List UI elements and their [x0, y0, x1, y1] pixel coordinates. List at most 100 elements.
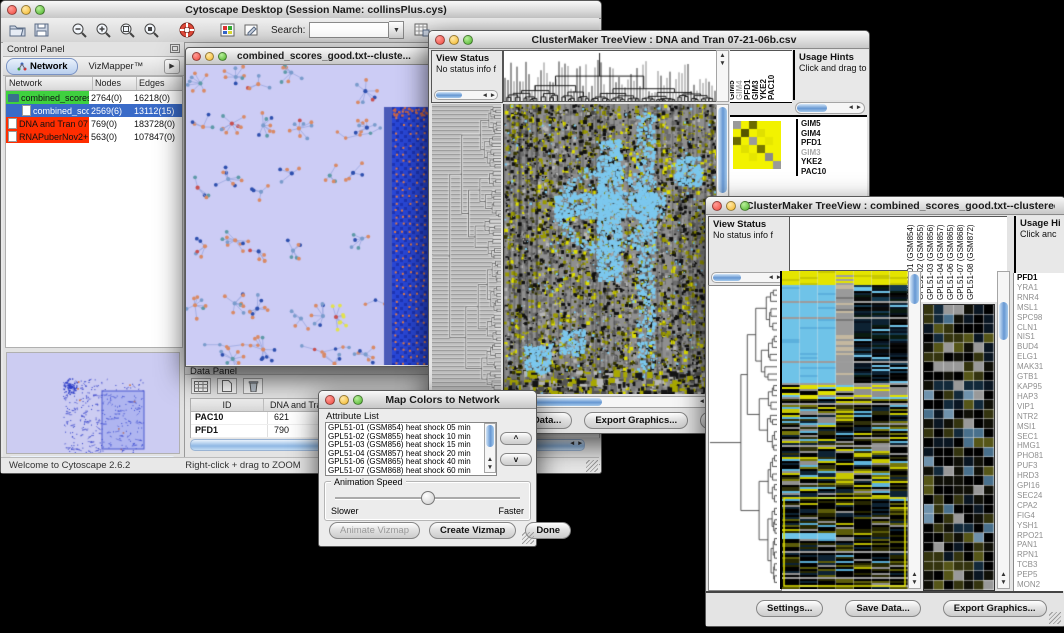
minimize-button[interactable]	[449, 35, 459, 45]
table-icon[interactable]	[191, 378, 211, 394]
close-button[interactable]	[712, 201, 722, 211]
zoom-button[interactable]	[218, 52, 227, 61]
col-header-nodes[interactable]: Nodes	[93, 77, 137, 90]
minimize-button[interactable]	[205, 52, 214, 61]
scroll-down-arrow[interactable]: ▼	[998, 579, 1009, 586]
scroll-up-arrow[interactable]: ▲	[485, 456, 495, 463]
scroll-right-arrow[interactable]: ►	[490, 92, 496, 99]
tv1-right-hscrollbar[interactable]: ◄ ►	[795, 102, 865, 114]
speed-slider-thumb[interactable]	[421, 491, 435, 505]
tv2-vscrollbar[interactable]: ▲ ▼	[908, 271, 921, 589]
tv1-column-label: PAC10	[768, 75, 776, 100]
new-attribute-icon[interactable]	[217, 378, 237, 394]
save-icon[interactable]	[29, 19, 53, 41]
tab-overflow-button[interactable]: ▶	[164, 59, 180, 74]
tv2-save-data-button[interactable]: Save Data...	[845, 600, 920, 617]
tv2-row-dendrogram[interactable]	[709, 286, 777, 588]
tv2-heatmap[interactable]	[780, 271, 908, 589]
scroll-up-arrow[interactable]: ▲	[998, 571, 1009, 578]
vizmapper-icon[interactable]	[215, 19, 239, 41]
dialog-resize-grip[interactable]	[522, 532, 534, 544]
tab-network[interactable]: Network	[6, 58, 78, 75]
zoom-button[interactable]	[35, 5, 45, 15]
tv1-row-dendrogram[interactable]	[432, 104, 501, 394]
gene-label: MSL1	[1017, 303, 1064, 313]
hscroll-right-arrow[interactable]: ►	[577, 440, 583, 447]
scroll-up-arrow[interactable]: ▲	[717, 52, 728, 59]
attribute-list-item[interactable]: GPL51-07 (GSM868) heat shock 60 min	[328, 467, 494, 476]
network-table-row[interactable]: RNAPuberNov2+!563(0)107847(0)	[6, 130, 182, 143]
dialog-create-vizmap-button[interactable]: Create Vizmap	[429, 522, 516, 539]
window-controls[interactable]	[7, 5, 45, 15]
zoom-out-icon[interactable]	[67, 19, 91, 41]
scroll-right-arrow[interactable]: ►	[856, 104, 862, 111]
tv2-column-label: GPL51-03 (GSM856)	[927, 224, 935, 300]
search-dropdown-button[interactable]: ▼	[389, 21, 404, 39]
col-header-edges[interactable]: Edges	[137, 77, 182, 90]
close-button[interactable]	[435, 35, 445, 45]
move-down-button[interactable]: v	[500, 453, 532, 466]
id-column-header[interactable]: ID	[191, 399, 264, 411]
attribute-id: PAC10	[191, 412, 268, 424]
scroll-up-arrow[interactable]: ▲	[909, 571, 920, 578]
treeview1-titlebar[interactable]: ClusterMaker TreeView : DNA and Tran 07-…	[429, 31, 869, 49]
search-input[interactable]	[309, 22, 389, 38]
close-button[interactable]	[325, 395, 335, 405]
network-canvas[interactable]	[186, 65, 430, 365]
scroll-left-arrow[interactable]: ◄	[768, 274, 774, 281]
minimize-button[interactable]	[21, 5, 31, 15]
attribute-list[interactable]: GPL51-01 (GSM854) heat shock 05 minGPL51…	[325, 422, 497, 476]
tv1-mini-vscrollbar[interactable]: ▲ ▼	[716, 50, 729, 102]
zoom-selected-icon[interactable]	[139, 19, 163, 41]
tv2-settings-button[interactable]: Settings...	[756, 600, 823, 617]
zoom-button[interactable]	[353, 395, 363, 405]
network-table-row[interactable]: combined_scores2764(0)16218(0)	[6, 91, 182, 104]
zoom-in-icon[interactable]	[91, 19, 115, 41]
tab-vizmapper[interactable]: VizMapper™	[88, 61, 143, 72]
map-dialog-titlebar[interactable]: Map Colors to Network	[319, 391, 536, 409]
zoom-button[interactable]	[740, 201, 750, 211]
scroll-down-arrow[interactable]: ▼	[909, 579, 920, 586]
close-button[interactable]	[192, 52, 201, 61]
delete-attribute-icon[interactable]	[243, 378, 263, 394]
network-view-titlebar[interactable]: combined_scores_good.txt--cluste...	[186, 48, 432, 65]
tv2-status-hscrollbar[interactable]: ◄ ►	[711, 272, 785, 283]
scroll-left-arrow[interactable]: ◄	[848, 104, 854, 111]
treeview2-titlebar[interactable]: ClusterMaker TreeView : combined_scores_…	[706, 197, 1064, 215]
tv2-resize-grip[interactable]	[1049, 612, 1061, 624]
network-overview[interactable]	[6, 352, 180, 454]
float-panel-icon[interactable]	[170, 40, 184, 58]
network-name: combined_sco	[33, 106, 89, 116]
tv2-zoom-heatmap[interactable]	[923, 304, 995, 591]
network-table-row[interactable]: DNA and Tran 07769(0)183728(0)	[6, 117, 182, 130]
hscroll-left-arrow[interactable]: ◄	[569, 440, 575, 447]
zoom-button[interactable]	[463, 35, 473, 45]
open-file-icon[interactable]	[5, 19, 29, 41]
gene-label: CLN1	[1017, 323, 1064, 333]
tv1-column-dendrogram[interactable]	[503, 50, 717, 102]
zoom-fit-icon[interactable]	[115, 19, 139, 41]
help-icon[interactable]	[175, 19, 199, 41]
network-table-row[interactable]: combined_sco2569(6)13112(15)	[6, 104, 182, 117]
tv1-heatmap[interactable]	[503, 104, 716, 394]
tv1-status-hscrollbar[interactable]: ◄ ►	[434, 90, 498, 100]
tv2-export-graphics-button[interactable]: Export Graphics...	[943, 600, 1047, 617]
tv2-right-vscrollbar[interactable]: ▲ ▼	[997, 271, 1010, 589]
gene-label: NIS1	[1017, 332, 1064, 342]
attribute-list-vscrollbar[interactable]: ▲ ▼	[484, 423, 496, 473]
dialog-animate-vizmap-button[interactable]: Animate Vizmap	[329, 522, 420, 539]
minimize-button[interactable]	[339, 395, 349, 405]
col-header-network[interactable]: Network	[6, 77, 93, 90]
main-resize-grip[interactable]	[586, 460, 598, 472]
move-up-button[interactable]: ^	[500, 432, 532, 445]
tv1-similarity-matrix[interactable]	[733, 121, 781, 169]
close-button[interactable]	[7, 5, 17, 15]
annotation-icon[interactable]	[239, 19, 263, 41]
tv1-export-graphics-button[interactable]: Export Graphics...	[584, 412, 688, 429]
minimize-button[interactable]	[726, 201, 736, 211]
main-titlebar[interactable]: Cytoscape Desktop (Session Name: collins…	[1, 1, 601, 19]
scroll-down-arrow[interactable]: ▼	[485, 464, 495, 471]
scroll-left-arrow[interactable]: ◄	[482, 92, 488, 99]
gene-label: HAP3	[1017, 392, 1064, 402]
scroll-down-arrow[interactable]: ▼	[717, 60, 728, 67]
